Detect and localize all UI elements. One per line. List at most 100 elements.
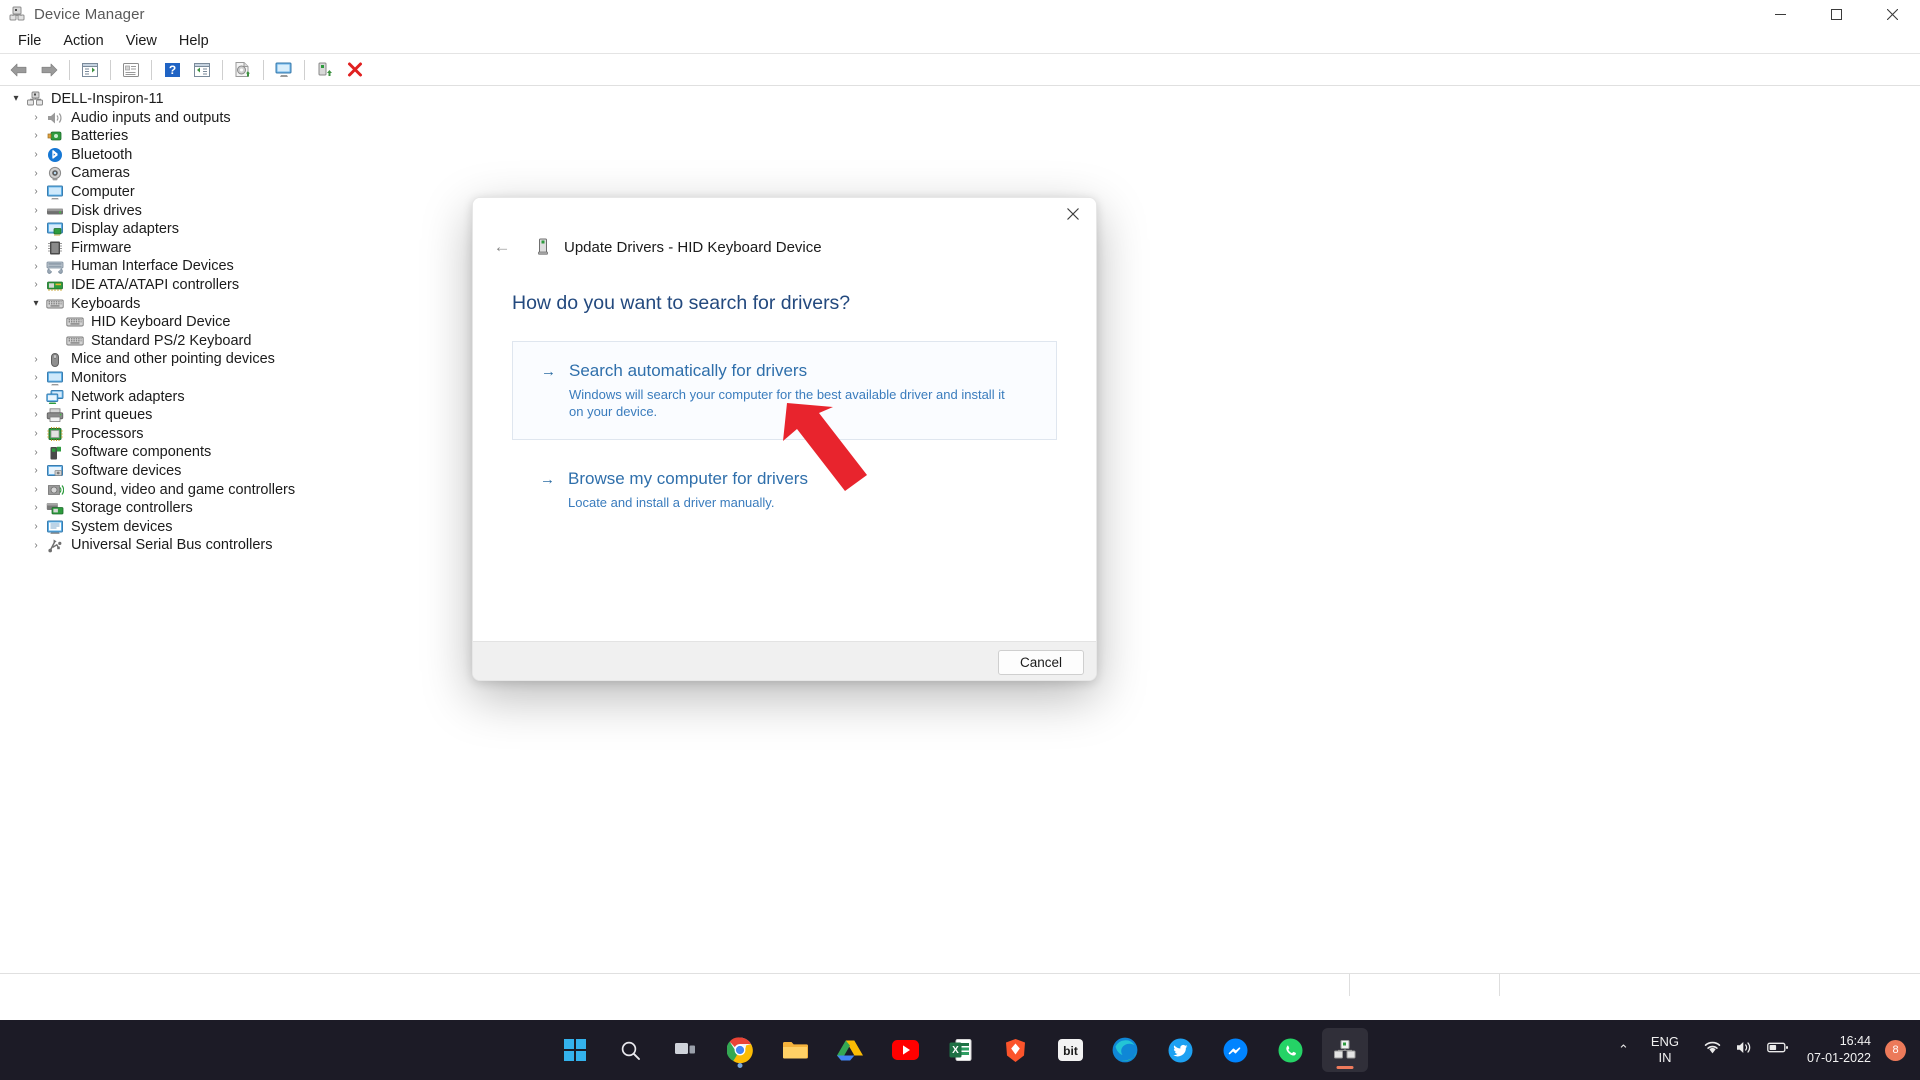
menu-help[interactable]: Help xyxy=(169,31,219,51)
show-hidden-icons-button[interactable]: ⌃ xyxy=(1606,1030,1641,1070)
twitter-button[interactable] xyxy=(1157,1028,1203,1072)
chevron-right-icon[interactable]: › xyxy=(26,168,46,179)
keyboard-icon xyxy=(66,333,84,349)
chevron-right-icon[interactable]: › xyxy=(26,112,46,123)
chevron-right-icon[interactable]: › xyxy=(26,503,46,513)
chevron-right-icon[interactable]: › xyxy=(26,187,46,197)
language-indicator[interactable]: ENG IN xyxy=(1641,1028,1689,1072)
help-icon[interactable]: ? xyxy=(157,56,187,84)
option-title[interactable]: Browse my computer for drivers xyxy=(568,468,808,489)
close-button[interactable] xyxy=(1864,0,1920,28)
dialog-question: How do you want to search for drivers? xyxy=(512,292,851,314)
keyboard-device-icon xyxy=(533,237,553,257)
camera-icon xyxy=(46,166,64,182)
chevron-right-icon[interactable]: › xyxy=(26,447,46,458)
file-explorer-button[interactable] xyxy=(772,1028,818,1072)
cancel-button[interactable]: Cancel xyxy=(998,649,1084,675)
whatsapp-button[interactable] xyxy=(1267,1028,1313,1072)
chevron-right-icon[interactable]: › xyxy=(26,410,46,420)
chevron-right-icon[interactable]: › xyxy=(26,280,46,290)
start-button[interactable] xyxy=(552,1028,598,1072)
edge-button[interactable] xyxy=(1102,1028,1148,1072)
enable-device-icon[interactable] xyxy=(310,56,340,84)
tree-node-label: Bluetooth xyxy=(71,146,133,163)
device-manager-button[interactable] xyxy=(1322,1028,1368,1072)
tree-node-batteries[interactable]: › Batteries xyxy=(0,127,1920,146)
tree-node-label: HID Keyboard Device xyxy=(91,314,231,331)
tree-node-label: Display adapters xyxy=(71,221,179,238)
keyboard-icon xyxy=(46,296,64,312)
chevron-right-icon[interactable]: › xyxy=(26,224,46,234)
battery-icon[interactable] xyxy=(1767,1041,1789,1059)
chevron-right-icon[interactable]: › xyxy=(26,484,46,495)
title-bar: Device Manager xyxy=(0,0,1920,28)
tree-node-label: Universal Serial Bus controllers xyxy=(71,537,273,554)
monitor-icon xyxy=(46,184,64,200)
back-button[interactable] xyxy=(4,56,34,84)
menu-file[interactable]: File xyxy=(8,31,51,51)
firmware-chip-icon xyxy=(46,240,64,256)
menu-action[interactable]: Action xyxy=(53,31,113,51)
search-button[interactable] xyxy=(607,1028,653,1072)
search-automatically-option[interactable]: → Search automatically for drivers Windo… xyxy=(512,341,1057,440)
tree-node-label: Monitors xyxy=(71,369,127,386)
tree-node-label: Network adapters xyxy=(71,388,185,405)
device-manager-icon xyxy=(8,5,26,23)
chevron-down-icon[interactable]: ▾ xyxy=(26,298,46,309)
menu-view[interactable]: View xyxy=(116,31,167,51)
clock[interactable]: 16:44 07-01-2022 xyxy=(1803,1028,1883,1072)
youtube-button[interactable] xyxy=(882,1028,928,1072)
tree-node-cameras[interactable]: › Cameras xyxy=(0,164,1920,183)
chevron-right-icon[interactable]: › xyxy=(26,373,46,383)
volume-icon[interactable] xyxy=(1735,1040,1754,1060)
tree-node-audio-inputs-and-outputs[interactable]: › Audio inputs and outputs xyxy=(0,109,1920,128)
hid-icon xyxy=(46,259,64,275)
chevron-right-icon[interactable]: › xyxy=(26,261,46,272)
bit-button[interactable]: bit xyxy=(1047,1028,1093,1072)
browse-my-computer-option[interactable]: → Browse my computer for drivers Locate … xyxy=(512,468,1057,511)
tree-node-root[interactable]: ▾ DELL-Inspiron-11 xyxy=(0,90,1920,109)
svg-text:bit: bit xyxy=(1063,1044,1078,1058)
messenger-button[interactable] xyxy=(1212,1028,1258,1072)
dialog-close-button[interactable] xyxy=(1050,198,1096,230)
chevron-right-icon[interactable]: › xyxy=(26,205,46,216)
forward-button[interactable] xyxy=(34,56,64,84)
maximize-button[interactable] xyxy=(1808,0,1864,28)
chevron-right-icon[interactable]: › xyxy=(26,428,46,439)
tray-quick-settings[interactable] xyxy=(1689,1028,1803,1072)
scan-hardware-icon[interactable] xyxy=(269,56,299,84)
minimize-button[interactable] xyxy=(1752,0,1808,28)
chevron-down-icon[interactable]: ▾ xyxy=(6,94,26,104)
bluetooth-icon xyxy=(46,147,64,163)
toolbar-separator xyxy=(110,59,111,80)
printer-icon xyxy=(46,407,64,423)
chevron-right-icon[interactable]: › xyxy=(26,540,46,551)
option-title[interactable]: Search automatically for drivers xyxy=(569,360,1021,381)
properties-icon[interactable] xyxy=(116,56,146,84)
tree-node-label: DELL-Inspiron-11 xyxy=(51,91,164,108)
excel-button[interactable]: X xyxy=(937,1028,983,1072)
chevron-right-icon[interactable]: › xyxy=(26,354,46,365)
back-arrow-icon[interactable]: ← xyxy=(487,234,517,260)
brave-button[interactable] xyxy=(992,1028,1038,1072)
svg-text:?: ? xyxy=(168,63,175,77)
chrome-button[interactable] xyxy=(717,1028,763,1072)
chevron-right-icon[interactable]: › xyxy=(26,521,46,532)
task-view-button[interactable] xyxy=(662,1028,708,1072)
chevron-right-icon[interactable]: › xyxy=(26,391,46,402)
tree-node-bluetooth[interactable]: › Bluetooth xyxy=(0,146,1920,165)
google-drive-button[interactable] xyxy=(827,1028,873,1072)
action-pane-icon[interactable] xyxy=(187,56,217,84)
update-driver-icon[interactable] xyxy=(228,56,258,84)
toolbar-separator xyxy=(304,59,305,80)
console-tree-icon[interactable] xyxy=(75,56,105,84)
red-x-icon[interactable] xyxy=(340,56,370,84)
wifi-icon[interactable] xyxy=(1703,1040,1722,1060)
window-title: Device Manager xyxy=(34,5,145,23)
chevron-right-icon[interactable]: › xyxy=(26,466,46,476)
chevron-right-icon[interactable]: › xyxy=(26,131,46,141)
chevron-right-icon[interactable]: › xyxy=(26,150,46,160)
notification-badge[interactable]: 8 xyxy=(1885,1039,1906,1061)
tree-node-label: Human Interface Devices xyxy=(71,258,234,275)
chevron-right-icon[interactable]: › xyxy=(26,243,46,253)
